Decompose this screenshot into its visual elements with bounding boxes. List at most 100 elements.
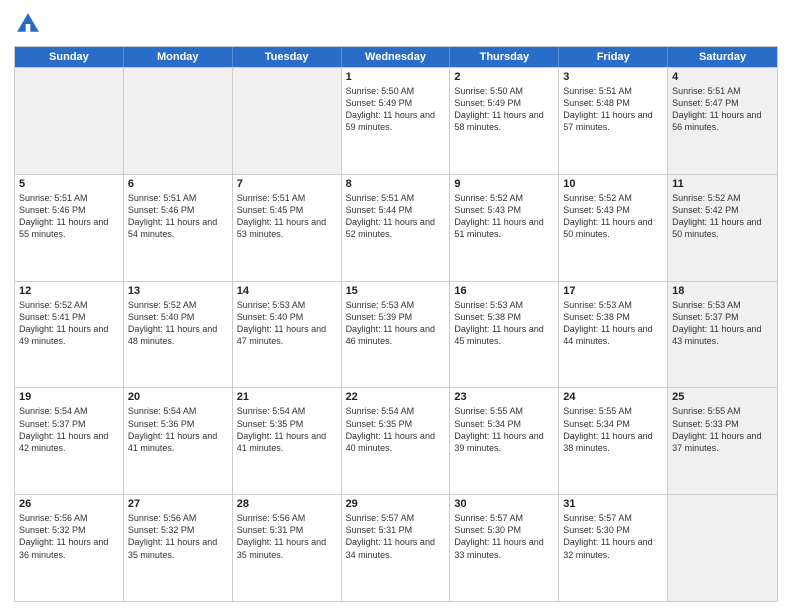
day-number: 10 bbox=[563, 178, 663, 190]
cal-cell: 31 Sunrise: 5:57 AM Sunset: 5:30 PM Dayli… bbox=[559, 495, 668, 601]
cal-cell bbox=[124, 68, 233, 174]
day-number: 29 bbox=[346, 498, 446, 510]
day-info: Sunrise: 5:57 AM Sunset: 5:30 PM Dayligh… bbox=[454, 512, 554, 561]
week-row-2: 12 Sunrise: 5:52 AM Sunset: 5:41 PM Dayli… bbox=[15, 281, 777, 388]
day-number: 30 bbox=[454, 498, 554, 510]
day-number: 19 bbox=[19, 391, 119, 403]
day-info: Sunrise: 5:53 AM Sunset: 5:38 PM Dayligh… bbox=[454, 299, 554, 348]
day-number: 21 bbox=[237, 391, 337, 403]
day-info: Sunrise: 5:51 AM Sunset: 5:48 PM Dayligh… bbox=[563, 85, 663, 134]
day-number: 25 bbox=[672, 391, 773, 403]
header-day-monday: Monday bbox=[124, 47, 233, 67]
cal-cell bbox=[15, 68, 124, 174]
day-number: 23 bbox=[454, 391, 554, 403]
day-info: Sunrise: 5:54 AM Sunset: 5:37 PM Dayligh… bbox=[19, 405, 119, 454]
cal-cell: 24 Sunrise: 5:55 AM Sunset: 5:34 PM Dayli… bbox=[559, 388, 668, 494]
day-number: 17 bbox=[563, 285, 663, 297]
cal-cell: 6Sunrise: 5:51 AM Sunset: 5:46 PM Daylig… bbox=[124, 175, 233, 281]
cal-cell: 23Sunrise: 5:55 AM Sunset: 5:34 PM Dayli… bbox=[450, 388, 559, 494]
cal-cell: 28Sunrise: 5:56 AM Sunset: 5:31 PM Dayli… bbox=[233, 495, 342, 601]
cal-cell: 12 Sunrise: 5:52 AM Sunset: 5:41 PM Dayli… bbox=[15, 282, 124, 388]
cal-cell: 13 Sunrise: 5:52 AM Sunset: 5:40 PM Dayli… bbox=[124, 282, 233, 388]
header-day-wednesday: Wednesday bbox=[342, 47, 451, 67]
day-info: Sunrise: 5:54 AM Sunset: 5:35 PM Dayligh… bbox=[346, 405, 446, 454]
day-number: 15 bbox=[346, 285, 446, 297]
cal-cell: 4 Sunrise: 5:51 AM Sunset: 5:47 PM Daylig… bbox=[668, 68, 777, 174]
cal-cell: 11 Sunrise: 5:52 AM Sunset: 5:42 PM Dayli… bbox=[668, 175, 777, 281]
day-info: Sunrise: 5:52 AM Sunset: 5:41 PM Dayligh… bbox=[19, 299, 119, 348]
day-number: 24 bbox=[563, 391, 663, 403]
day-info: Sunrise: 5:55 AM Sunset: 5:33 PM Dayligh… bbox=[672, 405, 773, 454]
cal-cell: 2 Sunrise: 5:50 AM Sunset: 5:49 PM Daylig… bbox=[450, 68, 559, 174]
day-info: Sunrise: 5:50 AM Sunset: 5:49 PM Dayligh… bbox=[454, 85, 554, 134]
day-number: 5 bbox=[19, 178, 119, 190]
day-info: Sunrise: 5:51 AM Sunset: 5:46 PM Dayligh… bbox=[128, 192, 228, 241]
calendar-header: SundayMondayTuesdayWednesdayThursdayFrid… bbox=[15, 47, 777, 67]
day-number: 26 bbox=[19, 498, 119, 510]
day-info: Sunrise: 5:51 AM Sunset: 5:46 PM Dayligh… bbox=[19, 192, 119, 241]
day-info: Sunrise: 5:51 AM Sunset: 5:45 PM Dayligh… bbox=[237, 192, 337, 241]
day-info: Sunrise: 5:56 AM Sunset: 5:32 PM Dayligh… bbox=[128, 512, 228, 561]
day-number: 11 bbox=[672, 178, 773, 190]
day-info: Sunrise: 5:54 AM Sunset: 5:35 PM Dayligh… bbox=[237, 405, 337, 454]
day-info: Sunrise: 5:52 AM Sunset: 5:40 PM Dayligh… bbox=[128, 299, 228, 348]
cal-cell: 19 Sunrise: 5:54 AM Sunset: 5:37 PM Dayli… bbox=[15, 388, 124, 494]
day-number: 4 bbox=[672, 71, 773, 83]
cal-cell: 22 Sunrise: 5:54 AM Sunset: 5:35 PM Dayli… bbox=[342, 388, 451, 494]
day-info: Sunrise: 5:50 AM Sunset: 5:49 PM Dayligh… bbox=[346, 85, 446, 134]
day-number: 31 bbox=[563, 498, 663, 510]
week-row-4: 26 Sunrise: 5:56 AM Sunset: 5:32 PM Dayli… bbox=[15, 494, 777, 601]
calendar-body: 1 Sunrise: 5:50 AM Sunset: 5:49 PM Daylig… bbox=[15, 67, 777, 601]
cal-cell: 14Sunrise: 5:53 AM Sunset: 5:40 PM Dayli… bbox=[233, 282, 342, 388]
day-number: 9 bbox=[454, 178, 554, 190]
cal-cell: 9 Sunrise: 5:52 AM Sunset: 5:43 PM Daylig… bbox=[450, 175, 559, 281]
cal-cell: 16 Sunrise: 5:53 AM Sunset: 5:38 PM Dayli… bbox=[450, 282, 559, 388]
cal-cell: 15 Sunrise: 5:53 AM Sunset: 5:39 PM Dayli… bbox=[342, 282, 451, 388]
day-number: 28 bbox=[237, 498, 337, 510]
day-info: Sunrise: 5:51 AM Sunset: 5:47 PM Dayligh… bbox=[672, 85, 773, 134]
day-number: 22 bbox=[346, 391, 446, 403]
week-row-0: 1 Sunrise: 5:50 AM Sunset: 5:49 PM Daylig… bbox=[15, 67, 777, 174]
header bbox=[14, 10, 778, 38]
day-number: 12 bbox=[19, 285, 119, 297]
day-info: Sunrise: 5:52 AM Sunset: 5:43 PM Dayligh… bbox=[563, 192, 663, 241]
day-info: Sunrise: 5:53 AM Sunset: 5:39 PM Dayligh… bbox=[346, 299, 446, 348]
day-number: 27 bbox=[128, 498, 228, 510]
cal-cell: 17Sunrise: 5:53 AM Sunset: 5:38 PM Dayli… bbox=[559, 282, 668, 388]
cal-cell: 21 Sunrise: 5:54 AM Sunset: 5:35 PM Dayli… bbox=[233, 388, 342, 494]
header-day-tuesday: Tuesday bbox=[233, 47, 342, 67]
day-number: 1 bbox=[346, 71, 446, 83]
cal-cell: 27 Sunrise: 5:56 AM Sunset: 5:32 PM Dayli… bbox=[124, 495, 233, 601]
day-info: Sunrise: 5:51 AM Sunset: 5:44 PM Dayligh… bbox=[346, 192, 446, 241]
page: SundayMondayTuesdayWednesdayThursdayFrid… bbox=[0, 0, 792, 612]
day-info: Sunrise: 5:53 AM Sunset: 5:37 PM Dayligh… bbox=[672, 299, 773, 348]
header-day-thursday: Thursday bbox=[450, 47, 559, 67]
week-row-1: 5 Sunrise: 5:51 AM Sunset: 5:46 PM Daylig… bbox=[15, 174, 777, 281]
day-number: 20 bbox=[128, 391, 228, 403]
day-info: Sunrise: 5:53 AM Sunset: 5:40 PM Dayligh… bbox=[237, 299, 337, 348]
cal-cell: 26Sunrise: 5:56 AM Sunset: 5:32 PM Dayli… bbox=[15, 495, 124, 601]
day-number: 18 bbox=[672, 285, 773, 297]
week-row-3: 19 Sunrise: 5:54 AM Sunset: 5:37 PM Dayli… bbox=[15, 387, 777, 494]
day-number: 8 bbox=[346, 178, 446, 190]
cal-cell: 5 Sunrise: 5:51 AM Sunset: 5:46 PM Daylig… bbox=[15, 175, 124, 281]
cal-cell: 25 Sunrise: 5:55 AM Sunset: 5:33 PM Dayli… bbox=[668, 388, 777, 494]
cal-cell bbox=[233, 68, 342, 174]
day-number: 16 bbox=[454, 285, 554, 297]
cal-cell bbox=[668, 495, 777, 601]
day-info: Sunrise: 5:52 AM Sunset: 5:43 PM Dayligh… bbox=[454, 192, 554, 241]
logo bbox=[14, 10, 46, 38]
calendar: SundayMondayTuesdayWednesdayThursdayFrid… bbox=[14, 46, 778, 602]
day-number: 2 bbox=[454, 71, 554, 83]
cal-cell: 10 Sunrise: 5:52 AM Sunset: 5:43 PM Dayli… bbox=[559, 175, 668, 281]
day-info: Sunrise: 5:57 AM Sunset: 5:30 PM Dayligh… bbox=[563, 512, 663, 561]
day-info: Sunrise: 5:57 AM Sunset: 5:31 PM Dayligh… bbox=[346, 512, 446, 561]
header-day-sunday: Sunday bbox=[15, 47, 124, 67]
day-number: 13 bbox=[128, 285, 228, 297]
day-number: 7 bbox=[237, 178, 337, 190]
cal-cell: 3 Sunrise: 5:51 AM Sunset: 5:48 PM Daylig… bbox=[559, 68, 668, 174]
day-info: Sunrise: 5:52 AM Sunset: 5:42 PM Dayligh… bbox=[672, 192, 773, 241]
day-number: 3 bbox=[563, 71, 663, 83]
logo-icon bbox=[14, 10, 42, 38]
day-info: Sunrise: 5:55 AM Sunset: 5:34 PM Dayligh… bbox=[563, 405, 663, 454]
